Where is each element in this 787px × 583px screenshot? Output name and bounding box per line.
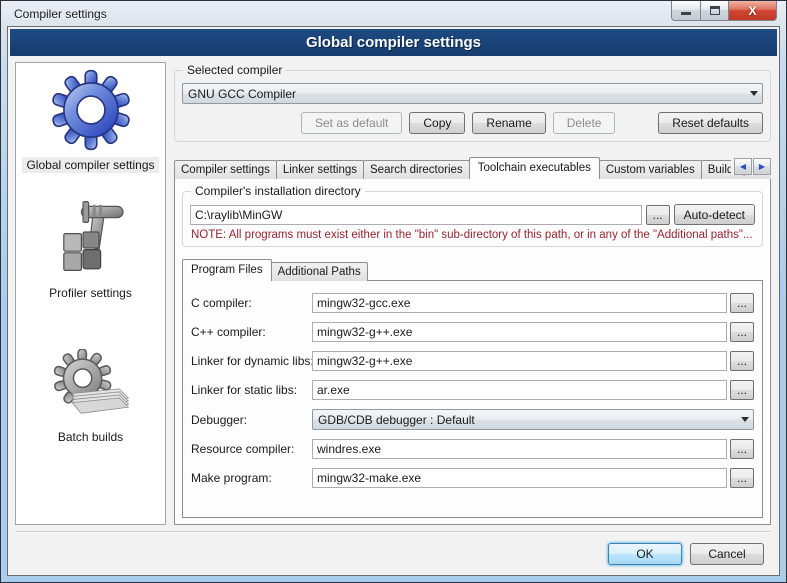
maximize-icon [710,6,720,15]
close-icon: X [748,5,756,17]
sidebar-item-global-compiler-settings[interactable]: Global compiler settings [22,69,158,173]
tab-scroll-arrows: ◀ ▶ [731,158,771,175]
sidebar-item-label: Batch builds [54,429,127,445]
installation-directory-group: Compiler's installation directory ... Au… [182,191,763,247]
debugger-label: Debugger: [191,413,312,427]
cancel-button[interactable]: Cancel [690,543,764,565]
tab-additional-paths[interactable]: Additional Paths [271,262,368,281]
tab-linker-settings[interactable]: Linker settings [276,160,364,179]
reset-defaults-button[interactable]: Reset defaults [658,112,763,134]
cpp-compiler-label: C++ compiler: [191,325,312,339]
delete-button[interactable]: Delete [553,112,616,134]
toolchain-executables-panel: Compiler's installation directory ... Au… [174,178,771,525]
maximize-button[interactable] [701,1,729,21]
tab-toolchain-executables[interactable]: Toolchain executables [469,157,600,179]
bin-subdirectory-note: NOTE: All programs must exist either in … [191,229,754,241]
linker-dynamic-input[interactable] [312,351,727,371]
window-title: Compiler settings [14,7,107,21]
chevron-down-icon [750,91,758,96]
page-title: Global compiler settings [306,34,481,51]
tab-custom-variables[interactable]: Custom variables [599,160,702,179]
compiler-select-value: GNU GCC Compiler [188,87,746,101]
resource-compiler-label: Resource compiler: [191,442,312,456]
compiler-settings-tabstrip: Compiler settings Linker settings Search… [174,157,771,179]
sidebar-item-label: Global compiler settings [22,157,158,173]
cpp-compiler-input[interactable] [312,322,727,342]
browse-directory-button[interactable]: ... [646,205,670,225]
field-row-c-compiler: C compiler: ... [191,293,754,313]
c-compiler-browse-button[interactable]: ... [730,293,754,313]
c-compiler-input[interactable] [312,293,727,313]
tab-scroll-right-button[interactable]: ▶ [753,158,771,175]
make-program-browse-button[interactable]: ... [730,468,754,488]
tab-scroll-left-button[interactable]: ◀ [734,158,752,175]
page-title-banner: Global compiler settings [10,29,777,56]
sidebar-item-profiler-settings[interactable]: Profiler settings [43,197,139,301]
field-row-linker-dynamic: Linker for dynamic libs: ... [191,351,754,371]
arrow-left-icon: ◀ [740,162,746,171]
selected-compiler-group: Selected compiler GNU GCC Compiler Set a… [174,70,771,142]
installation-directory-group-label: Compiler's installation directory [191,184,365,198]
compiler-settings-window: Compiler settings X Global compiler sett… [0,0,787,583]
settings-category-list: Global compiler settings [15,62,166,525]
field-row-debugger: Debugger: GDB/CDB debugger : Default [191,409,754,430]
cpp-compiler-browse-button[interactable]: ... [730,322,754,342]
rename-button[interactable]: Rename [472,112,545,134]
make-program-input[interactable] [312,468,727,488]
minimize-button[interactable] [671,1,701,21]
field-row-linker-static: Linker for static libs: ... [191,380,754,400]
minimize-icon [681,12,691,15]
compiler-select[interactable]: GNU GCC Compiler [182,83,763,104]
dialog-footer: OK Cancel [16,531,771,575]
sidebar-item-batch-builds[interactable]: Batch builds [43,341,139,445]
copy-button[interactable]: Copy [409,112,465,134]
caliper-icon [43,197,139,279]
linker-dynamic-browse-button[interactable]: ... [730,351,754,371]
sidebar-item-label: Profiler settings [45,285,136,301]
window-controls: X [671,1,777,21]
auto-detect-button[interactable]: Auto-detect [674,204,755,225]
c-compiler-label: C compiler: [191,296,312,310]
debugger-select[interactable]: GDB/CDB debugger : Default [312,409,754,430]
ok-button[interactable]: OK [608,543,682,565]
titlebar[interactable]: Compiler settings [1,1,786,26]
installation-directory-input[interactable] [190,205,642,225]
gear-stack-icon [43,341,139,423]
debugger-select-value: GDB/CDB debugger : Default [318,413,737,427]
linker-static-browse-button[interactable]: ... [730,380,754,400]
linker-static-label: Linker for static libs: [191,383,312,397]
linker-static-input[interactable] [312,380,727,400]
dialog-client-area: Global compiler settings [7,26,780,576]
tab-search-directories[interactable]: Search directories [363,160,470,179]
resource-compiler-input[interactable] [312,439,727,459]
make-program-label: Make program: [191,471,312,485]
program-files-tabstrip: Program Files Additional Paths [182,259,763,281]
field-row-resource-compiler: Resource compiler: ... [191,439,754,459]
blue-gear-icon [43,69,139,151]
set-as-default-button[interactable]: Set as default [301,112,402,134]
linker-dynamic-label: Linker for dynamic libs: [191,354,312,368]
field-row-cpp-compiler: C++ compiler: ... [191,322,754,342]
tab-compiler-settings[interactable]: Compiler settings [174,160,277,179]
program-files-panel: C compiler: ... C++ compiler: ... [182,280,763,518]
chevron-down-icon [741,417,749,422]
selected-compiler-group-label: Selected compiler [183,63,286,77]
tab-program-files[interactable]: Program Files [182,259,272,281]
arrow-right-icon: ▶ [759,162,765,171]
field-row-make-program: Make program: ... [191,468,754,488]
close-button[interactable]: X [729,1,777,21]
resource-compiler-browse-button[interactable]: ... [730,439,754,459]
